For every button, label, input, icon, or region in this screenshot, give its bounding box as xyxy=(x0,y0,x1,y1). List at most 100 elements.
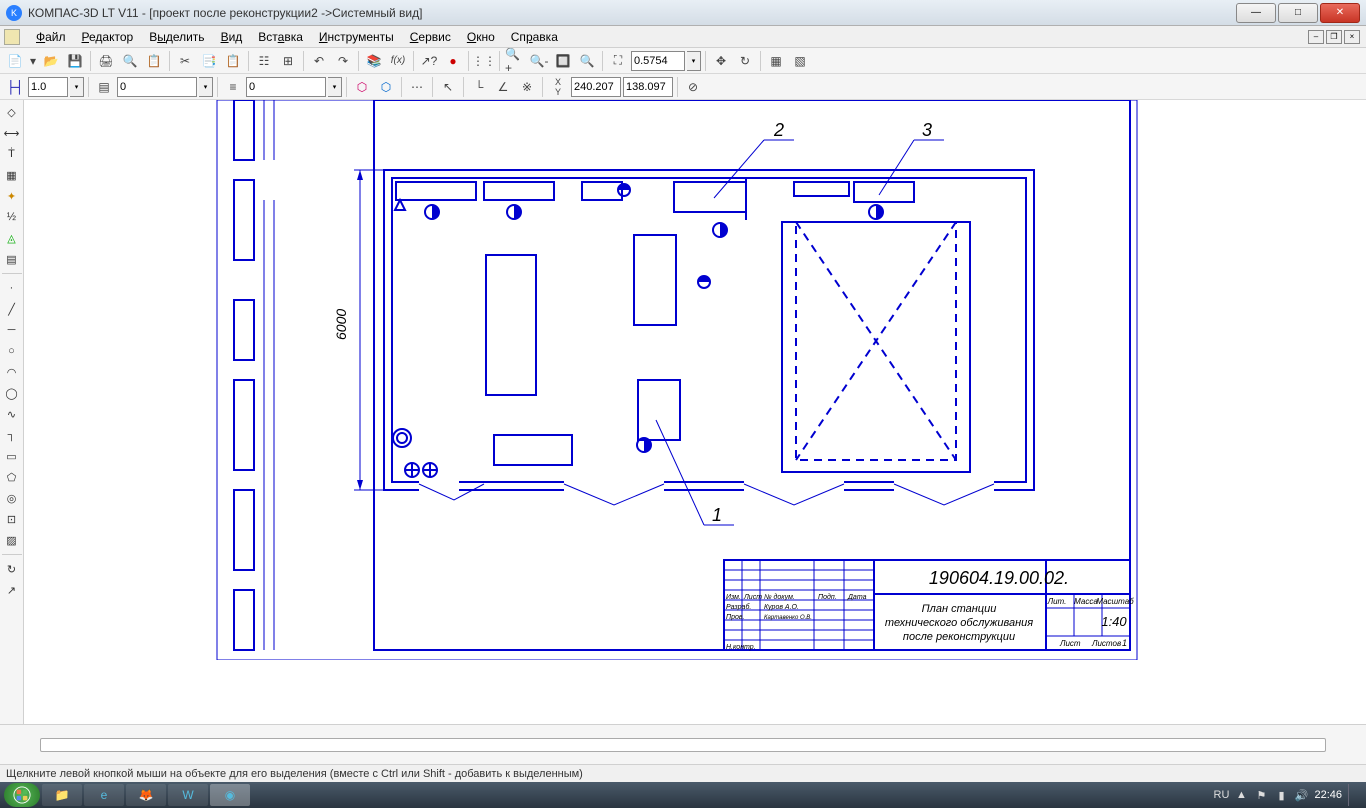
snap-toggle-1[interactable]: ⬡ xyxy=(351,76,373,98)
preview-button[interactable]: 🔍 xyxy=(119,50,141,72)
save-button[interactable]: 💾 xyxy=(64,50,86,72)
properties-button[interactable]: ☷ xyxy=(253,50,275,72)
polygon-tool[interactable]: ⬠ xyxy=(2,467,22,487)
coord-y-input[interactable] xyxy=(623,77,673,97)
grid-toggle[interactable]: ⋯ xyxy=(406,76,428,98)
params-panel[interactable]: ✦ xyxy=(2,186,22,206)
zoom-window-button[interactable]: 🔲 xyxy=(552,50,574,72)
angle-button[interactable]: ∠ xyxy=(492,76,514,98)
menu-service[interactable]: Сервис xyxy=(402,28,459,46)
layer-dropdown[interactable]: ▾ xyxy=(328,77,342,97)
drawing-canvas[interactable]: 6000 2 3 1 xyxy=(24,100,1366,724)
menu-insert[interactable]: Вставка xyxy=(250,28,311,46)
paste-button[interactable]: 📋 xyxy=(222,50,244,72)
redo-button[interactable]: ↷ xyxy=(332,50,354,72)
spec-panel[interactable]: ▤ xyxy=(2,249,22,269)
dimensions-panel[interactable]: ⟷ xyxy=(2,123,22,143)
zoom-input[interactable] xyxy=(631,51,685,71)
segment-tool[interactable]: ─ xyxy=(2,320,22,340)
volume-icon[interactable]: 🔊 xyxy=(1294,788,1308,802)
zoom-dropdown[interactable]: ▾ xyxy=(687,51,701,71)
line-weight-input[interactable] xyxy=(28,77,68,97)
open-button[interactable]: 📂 xyxy=(40,50,62,72)
zoom-prev-button[interactable]: 🔍 xyxy=(576,50,598,72)
property-track[interactable] xyxy=(40,738,1326,752)
local-cs-button[interactable]: └ xyxy=(468,76,490,98)
layer-input[interactable] xyxy=(246,77,326,97)
print-setup-button[interactable]: 📋 xyxy=(143,50,165,72)
fillet-tool[interactable]: ┐ xyxy=(2,425,22,445)
ellipse-tool[interactable]: ◯ xyxy=(2,383,22,403)
task-explorer[interactable]: 📁 xyxy=(42,784,82,806)
pan-button[interactable]: ✥ xyxy=(710,50,732,72)
new-button[interactable]: 📄 xyxy=(4,50,26,72)
task-word[interactable]: W xyxy=(168,784,208,806)
menu-file[interactable]: Файл xyxy=(28,28,74,46)
menu-help[interactable]: Справка xyxy=(503,28,566,46)
grid-button[interactable]: ⋮⋮ xyxy=(473,50,495,72)
variables-button[interactable]: ⊞ xyxy=(277,50,299,72)
show-desktop[interactable] xyxy=(1348,784,1356,806)
geometry-panel[interactable]: ◇ xyxy=(2,102,22,122)
library-button[interactable]: 📚 xyxy=(363,50,385,72)
view1-button[interactable]: ▦ xyxy=(765,50,787,72)
zoom-out-button[interactable]: 🔍- xyxy=(528,50,550,72)
notations-panel[interactable]: Ṫ xyxy=(2,144,22,164)
close-button[interactable]: ✕ xyxy=(1320,3,1360,23)
new-dropdown[interactable]: ▾ xyxy=(28,50,38,72)
aux-line-tool[interactable]: ╱ xyxy=(2,299,22,319)
hatch-tool[interactable]: ▨ xyxy=(2,530,22,550)
layer-button[interactable]: ≡ xyxy=(222,76,244,98)
line-weight-dropdown[interactable]: ▾ xyxy=(70,77,84,97)
project-tool[interactable]: ⊡ xyxy=(2,509,22,529)
print-button[interactable]: 🖨 xyxy=(95,50,117,72)
spline-tool[interactable]: ∿ xyxy=(2,404,22,424)
fx-button[interactable]: f(x) xyxy=(387,50,409,72)
snap-button[interactable]: ↗? xyxy=(418,50,440,72)
style-input[interactable] xyxy=(117,77,197,97)
round-button[interactable]: ※ xyxy=(516,76,538,98)
stop-button[interactable]: ● xyxy=(442,50,464,72)
edit-panel[interactable]: ▦ xyxy=(2,165,22,185)
network-icon[interactable]: ▮ xyxy=(1274,788,1288,802)
menu-tools[interactable]: Инструменты xyxy=(311,28,402,46)
zoom-in-button[interactable]: 🔍+ xyxy=(504,50,526,72)
rotate-button[interactable]: ↻ xyxy=(734,50,756,72)
undo-button[interactable]: ↶ xyxy=(308,50,330,72)
lang-indicator[interactable]: RU xyxy=(1214,788,1228,802)
end-button[interactable]: ⊘ xyxy=(682,76,704,98)
mdi-restore[interactable]: ❐ xyxy=(1326,30,1342,44)
refresh-button[interactable]: ↻ xyxy=(2,559,22,579)
menu-window[interactable]: Окно xyxy=(459,28,503,46)
circle-tool[interactable]: ○ xyxy=(2,341,22,361)
cut-button[interactable]: ✂ xyxy=(174,50,196,72)
mdi-close[interactable]: × xyxy=(1344,30,1360,44)
measure-panel[interactable]: ½ xyxy=(2,207,22,227)
cursor-mode[interactable]: ↖ xyxy=(437,76,459,98)
minimize-button[interactable]: — xyxy=(1236,3,1276,23)
copy-button[interactable]: 📑 xyxy=(198,50,220,72)
document-icon[interactable] xyxy=(4,29,20,45)
rect-tool[interactable]: ▭ xyxy=(2,446,22,466)
clock[interactable]: 22:46 xyxy=(1314,789,1342,801)
menu-view[interactable]: Вид xyxy=(213,28,251,46)
zoom-fit-button[interactable]: ⛶ xyxy=(607,50,629,72)
menu-edit[interactable]: Редактор xyxy=(74,28,142,46)
task-firefox[interactable]: 🦊 xyxy=(126,784,166,806)
task-ie[interactable]: e xyxy=(84,784,124,806)
task-kompas[interactable]: ◉ xyxy=(210,784,250,806)
view2-button[interactable]: ▧ xyxy=(789,50,811,72)
equidistant-tool[interactable]: ◎ xyxy=(2,488,22,508)
tray-up-icon[interactable]: ▲ xyxy=(1234,788,1248,802)
coord-x-input[interactable] xyxy=(571,77,621,97)
snap-toggle-2[interactable]: ⬡ xyxy=(375,76,397,98)
start-button[interactable] xyxy=(4,783,40,807)
arc-tool[interactable]: ◠ xyxy=(2,362,22,382)
mdi-minimize[interactable]: – xyxy=(1308,30,1324,44)
point-tool[interactable]: · xyxy=(2,278,22,298)
style-dropdown[interactable]: ▾ xyxy=(199,77,213,97)
ortho-button[interactable]: ├┤ xyxy=(4,76,26,98)
select-panel[interactable]: ◬ xyxy=(2,228,22,248)
flag-icon[interactable]: ⚑ xyxy=(1254,788,1268,802)
maximize-button[interactable]: □ xyxy=(1278,3,1318,23)
